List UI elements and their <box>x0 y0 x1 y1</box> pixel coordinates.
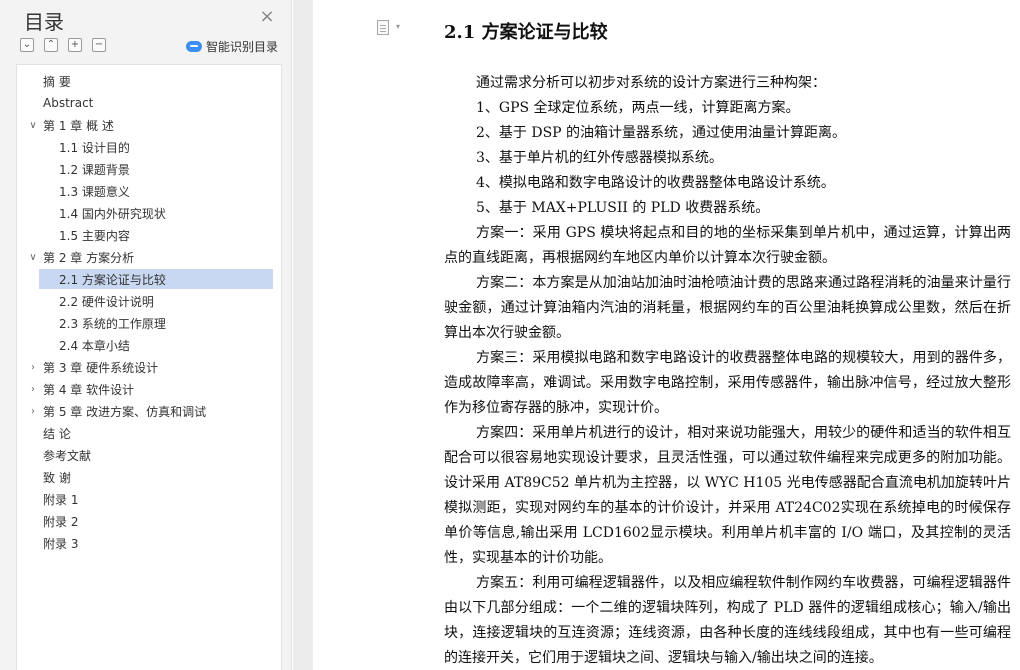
toc-item[interactable]: › 第 4 章 软件设计 <box>27 379 134 399</box>
toc-item-label: 附录 2 <box>43 514 79 529</box>
expand-up-icon[interactable]: ⌃ <box>44 38 58 52</box>
body-paragraph: 4、模拟电路和数字电路设计的收费器整体电路设计系统。 <box>476 175 835 191</box>
toc-item[interactable]: ∨ 第 1 章 概 述 <box>27 115 114 135</box>
body-paragraph: 方案一：采用 GPS 模块将起点和目的地的坐标采集到单片机中，通过运算，计算出两… <box>444 225 1011 266</box>
toc-item-label: 第 3 章 硬件系统设计 <box>43 360 159 375</box>
toc-item[interactable]: 参考文献 <box>27 445 91 465</box>
toc-item[interactable]: 2.4 本章小结 <box>27 335 130 355</box>
toc-item-label: 附录 3 <box>43 536 79 551</box>
document-icon[interactable] <box>377 20 389 35</box>
document-page: ▾ 2.1 方案论证与比较 通过需求分析可以初步对系统的设计方案进行三种构架： 1… <box>313 0 1020 670</box>
toc-sidebar: 目录 × ⌄ ⌃ + − 智能识别目录 摘 要 Abstract ∨ 第 1 章 概 … <box>0 0 292 670</box>
body-paragraph: 方案二：本方案是从加油站加油时油枪喷油计费的思路来通过路程消耗的油量来计量行驶金… <box>444 275 1011 341</box>
body-paragraph: 方案五：利用可编程逻辑器件，以及相应编程软件制作网约车收费器，可编程逻辑器件由以… <box>444 575 1011 666</box>
toc-item-label: Abstract <box>43 96 94 110</box>
toc-item-label: 第 4 章 软件设计 <box>43 382 135 397</box>
toc-item-label: 结 论 <box>43 426 71 441</box>
smart-toc-label: 智能识别目录 <box>206 39 279 54</box>
toc-item[interactable]: 1.3 课题意义 <box>27 181 130 201</box>
page-gutter <box>293 0 313 670</box>
toc-item[interactable]: 2.3 系统的工作原理 <box>27 313 166 333</box>
toc-item[interactable]: 附录 3 <box>27 533 78 553</box>
toc-item-label: 第 2 章 方案分析 <box>43 250 135 265</box>
add-heading-icon[interactable]: + <box>68 38 82 52</box>
body-paragraph: 5、基于 MAX+PLUSII 的 PLD 收费器系统。 <box>476 200 770 216</box>
toc-item[interactable]: ∨ 第 2 章 方案分析 <box>27 247 134 267</box>
body-paragraph: 方案四：采用单片机进行的设计，相对来说功能强大，用较少的硬件和适当的软件相互配合… <box>444 425 1011 566</box>
toc-list: 摘 要 Abstract ∨ 第 1 章 概 述 1.1 设计目的 1.2 课题背景 1.3… <box>16 64 282 670</box>
chevron-down-icon[interactable]: ∨ <box>27 120 39 131</box>
body-paragraph: 3、基于单片机的红外传感器模拟系统。 <box>476 150 723 166</box>
chevron-down-icon[interactable]: ▾ <box>396 22 400 31</box>
chevron-right-icon[interactable]: › <box>27 384 39 395</box>
toc-item-label: 附录 1 <box>43 492 79 507</box>
body-paragraph: 方案三：采用模拟电路和数字电路设计的收费器整体电路的规模较大，用到的器件多，造成… <box>444 350 1011 416</box>
toc-item[interactable]: 1.5 主要内容 <box>27 225 130 245</box>
toc-item-label: 1.5 主要内容 <box>59 228 130 243</box>
document-body: 通过需求分析可以初步对系统的设计方案进行三种构架： 1、GPS 全球定位系统，两点… <box>444 71 1011 670</box>
toc-item[interactable]: › 第 3 章 硬件系统设计 <box>27 357 158 377</box>
toc-item[interactable]: 结 论 <box>27 423 71 443</box>
toc-item[interactable]: 1.2 课题背景 <box>27 159 130 179</box>
smart-toc-button[interactable]: 智能识别目录 <box>186 37 278 55</box>
toc-item[interactable]: 1.1 设计目的 <box>27 137 130 157</box>
collapse-all-icon[interactable]: ⌄ <box>20 38 34 52</box>
body-paragraph: 通过需求分析可以初步对系统的设计方案进行三种构架： <box>476 75 826 91</box>
toc-item[interactable]: › 第 5 章 改进方案、仿真和调试 <box>27 401 206 421</box>
toc-item-label: 1.1 设计目的 <box>59 140 130 155</box>
remove-heading-icon[interactable]: − <box>92 38 106 52</box>
toc-item-label: 2.3 系统的工作原理 <box>59 316 166 331</box>
section-heading: 2.1 方案论证与比较 <box>444 22 608 43</box>
toc-item-label: 参考文献 <box>43 448 92 463</box>
toc-title: 目录 <box>24 10 64 34</box>
close-icon[interactable]: × <box>258 8 276 26</box>
toc-item[interactable]: 1.4 国内外研究现状 <box>27 203 166 223</box>
toc-item-label: 1.4 国内外研究现状 <box>59 206 166 221</box>
toc-item-label: 2.4 本章小结 <box>59 338 130 353</box>
chevron-right-icon[interactable]: › <box>27 406 39 417</box>
toc-item[interactable]: 附录 2 <box>27 511 78 531</box>
toc-item-label: 致 谢 <box>43 470 71 485</box>
cloud-icon <box>186 40 202 52</box>
chevron-right-icon[interactable]: › <box>27 362 39 373</box>
toc-item-label: 1.3 课题意义 <box>59 184 130 199</box>
toc-item-label: 2.1 方案论证与比较 <box>59 272 166 287</box>
toc-item[interactable]: 附录 1 <box>27 489 78 509</box>
toc-item[interactable]: 2.1 方案论证与比较 <box>39 269 273 289</box>
toc-item-label: 第 1 章 概 述 <box>43 118 114 133</box>
chevron-down-icon[interactable]: ∨ <box>27 252 39 263</box>
body-paragraph: 2、基于 DSP 的油箱计量器系统，通过使用油量计算距离。 <box>476 125 847 141</box>
toc-item-label: 摘 要 <box>43 74 71 89</box>
toc-item[interactable]: 摘 要 <box>27 71 71 91</box>
body-paragraph: 1、GPS 全球定位系统，两点一线，计算距离方案。 <box>476 100 800 116</box>
toc-item-label: 1.2 课题背景 <box>59 162 130 177</box>
toc-item-label: 第 5 章 改进方案、仿真和调试 <box>43 404 207 419</box>
toc-item[interactable]: 2.2 硬件设计说明 <box>27 291 154 311</box>
toc-item[interactable]: 致 谢 <box>27 467 71 487</box>
toc-item[interactable]: Abstract <box>27 93 93 113</box>
toc-item-label: 2.2 硬件设计说明 <box>59 294 154 309</box>
